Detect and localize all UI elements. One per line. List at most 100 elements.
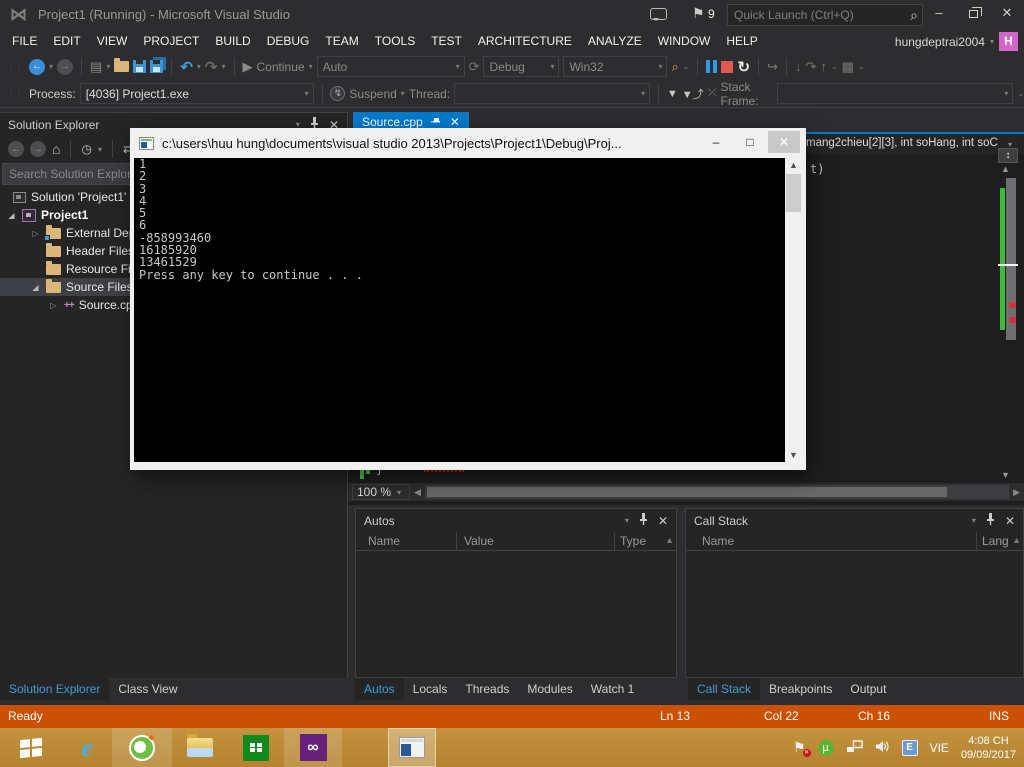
- toolbar-grip[interactable]: ⋮⋮: [6, 88, 22, 99]
- tab-class-view[interactable]: Class View: [109, 678, 186, 700]
- collapsed-arrow-icon[interactable]: ▷: [48, 301, 59, 310]
- chevron-down-icon[interactable]: ▾: [106, 62, 110, 71]
- toggle-flagged-icon[interactable]: ⤫: [708, 87, 717, 100]
- menu-item[interactable]: VIEW: [89, 30, 136, 53]
- tab-breakpoints[interactable]: Breakpoints: [760, 678, 841, 700]
- chevron-down-icon[interactable]: ▾: [98, 145, 102, 154]
- minimize-button[interactable]: –: [922, 0, 956, 26]
- menu-item[interactable]: PROJECT: [135, 30, 207, 53]
- close-icon[interactable]: ✕: [658, 514, 668, 528]
- navigate-back-button[interactable]: ←: [29, 59, 45, 75]
- menu-item[interactable]: ARCHITECTURE: [470, 30, 580, 53]
- continue-button[interactable]: Continue: [257, 60, 305, 74]
- platform-combo[interactable]: Win32▾: [563, 56, 667, 77]
- continue-icon[interactable]: ▶: [243, 59, 253, 75]
- toolbar-overflow-icon[interactable]: ⌄: [831, 62, 838, 71]
- configuration-combo[interactable]: Debug▾: [483, 56, 559, 77]
- user-account[interactable]: hungdeptrai2004 ▾ H: [895, 30, 1018, 53]
- menu-item[interactable]: EDIT: [45, 30, 88, 53]
- close-icon[interactable]: ✕: [450, 115, 460, 129]
- pin-icon[interactable]: [639, 513, 648, 528]
- action-center-flag-icon[interactable]: ⚑✕: [793, 739, 806, 756]
- menu-item[interactable]: WINDOW: [650, 30, 719, 53]
- console-scrollbar[interactable]: ▲ ▼: [785, 158, 802, 462]
- chevron-down-icon[interactable]: ▾: [49, 62, 53, 71]
- scrollbar-thumb[interactable]: [427, 487, 947, 497]
- step-out-button[interactable]: ↑: [820, 59, 827, 74]
- utorrent-icon[interactable]: µ: [818, 740, 834, 756]
- new-item-button[interactable]: ▤: [90, 59, 102, 75]
- console-close-button[interactable]: ✕: [768, 131, 800, 153]
- scroll-up-icon[interactable]: ▲: [1001, 164, 1010, 174]
- network-icon[interactable]: [846, 740, 863, 756]
- menu-item[interactable]: TEST: [423, 30, 470, 53]
- menu-item[interactable]: HELP: [718, 30, 765, 53]
- expanded-arrow-icon[interactable]: ◢: [30, 283, 41, 292]
- tab-modules[interactable]: Modules: [518, 678, 581, 700]
- forward-button[interactable]: →: [30, 141, 46, 157]
- console-maximize-button[interactable]: □: [734, 131, 766, 153]
- taskbar-file-explorer[interactable]: [172, 728, 228, 767]
- find-in-files-icon[interactable]: ⌕: [671, 59, 678, 75]
- tab-solution-explorer[interactable]: Solution Explorer: [0, 678, 109, 700]
- filter-flagged-icon[interactable]: ▼⤴: [682, 86, 704, 102]
- show-next-statement-icon[interactable]: ↪: [767, 59, 778, 75]
- menu-item[interactable]: FILE: [4, 30, 45, 53]
- save-all-button[interactable]: [150, 60, 163, 73]
- scroll-up-icon[interactable]: ▲: [665, 535, 674, 545]
- taskbar-coccoc-browser[interactable]: [112, 728, 172, 767]
- stack-frame-combo[interactable]: ▾: [777, 83, 1013, 104]
- horizontal-scrollbar[interactable]: [425, 485, 1009, 499]
- window-position-icon[interactable]: ▾: [972, 516, 976, 525]
- column-value[interactable]: Value: [464, 534, 494, 548]
- toolbar-overflow-icon[interactable]: ⌄: [683, 62, 690, 71]
- expanded-arrow-icon[interactable]: ◢: [6, 211, 17, 220]
- step-over-button[interactable]: ↷: [805, 59, 816, 75]
- open-file-button[interactable]: [114, 61, 129, 72]
- toolbar-grip[interactable]: ⋮⋮: [6, 61, 22, 72]
- scroll-down-icon[interactable]: ▼: [789, 450, 798, 460]
- editor-zoom-combo[interactable]: 100 %▾: [352, 484, 410, 500]
- chevron-down-icon[interactable]: ▾: [401, 89, 405, 98]
- call-stack-header[interactable]: Call Stack ▾ ✕: [686, 509, 1023, 532]
- column-name[interactable]: Name: [702, 534, 734, 548]
- taskbar-internet-explorer[interactable]: e: [62, 728, 112, 767]
- stop-debugging-button[interactable]: [721, 61, 733, 73]
- pin-icon[interactable]: [431, 115, 442, 129]
- chevron-down-icon[interactable]: ▾: [309, 62, 313, 71]
- redo-button[interactable]: ↷: [205, 58, 218, 76]
- pin-icon[interactable]: [986, 513, 995, 528]
- pause-button[interactable]: [706, 60, 717, 73]
- menu-item[interactable]: DEBUG: [259, 30, 318, 53]
- suspend-button[interactable]: Suspend: [349, 87, 396, 101]
- tab-threads[interactable]: Threads: [456, 678, 518, 700]
- menu-item[interactable]: BUILD: [207, 30, 258, 53]
- process-combo[interactable]: [4036] Project1.exe▾: [80, 83, 314, 104]
- console-output[interactable]: 123456-8589934601618592013461529Press an…: [134, 158, 785, 462]
- filter-threads-icon[interactable]: ▼: [667, 88, 678, 100]
- scroll-right-icon[interactable]: ▶: [1013, 487, 1020, 498]
- suspend-icon[interactable]: ↯: [330, 86, 345, 101]
- back-button[interactable]: ←: [8, 141, 24, 157]
- feedback-icon[interactable]: [650, 8, 667, 20]
- unikey-icon[interactable]: E: [902, 740, 918, 756]
- tab-call-stack[interactable]: Call Stack: [688, 678, 760, 700]
- refresh-icon[interactable]: ⟳: [469, 59, 480, 75]
- menu-item[interactable]: ANALYZE: [580, 30, 650, 53]
- taskbar-console-app[interactable]: [388, 728, 436, 767]
- close-icon[interactable]: ✕: [1005, 514, 1015, 528]
- taskbar-windows-store[interactable]: [228, 728, 284, 767]
- breakpoint-window-icon[interactable]: ▩: [842, 59, 854, 75]
- debug-target-combo[interactable]: Auto▾: [317, 56, 465, 77]
- scroll-down-icon[interactable]: ▼: [1001, 470, 1010, 480]
- toolbar-overflow-icon[interactable]: ⌄: [858, 62, 865, 71]
- start-button[interactable]: [0, 728, 62, 767]
- menu-item[interactable]: TOOLS: [367, 30, 423, 53]
- chevron-down-icon[interactable]: ▾: [222, 62, 226, 71]
- collapsed-arrow-icon[interactable]: ▷: [30, 229, 41, 238]
- column-language[interactable]: Lang: [982, 534, 1009, 548]
- restart-button[interactable]: ↻: [737, 58, 750, 76]
- notifications-flag-icon[interactable]: ⚑: [692, 5, 705, 22]
- split-editor-handle[interactable]: ↕: [998, 148, 1018, 163]
- scrollbar-thumb[interactable]: [786, 174, 801, 212]
